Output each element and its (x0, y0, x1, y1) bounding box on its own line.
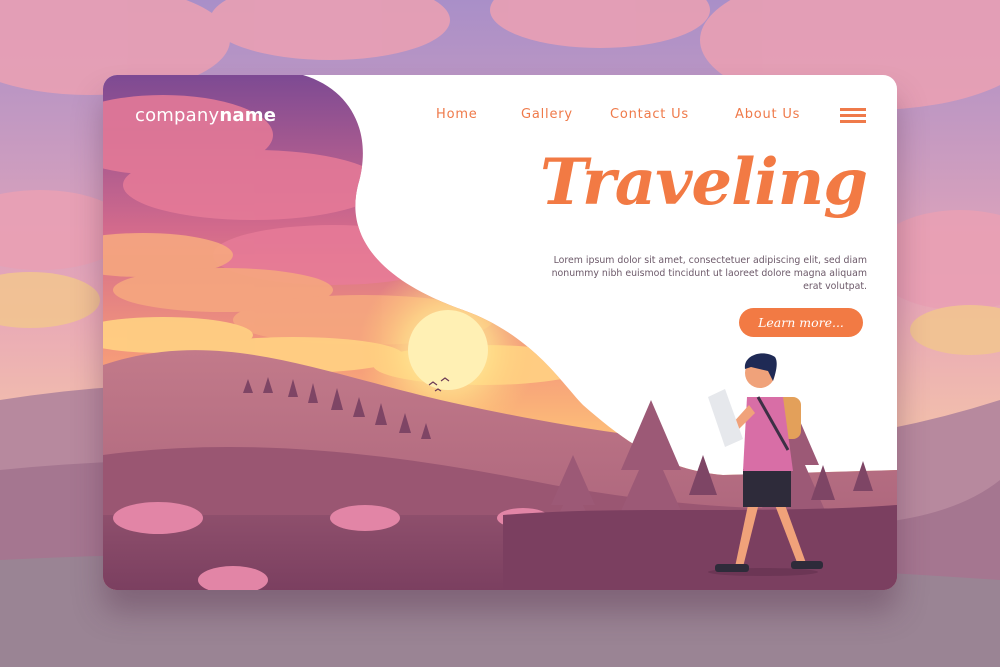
hero-title: Traveling (540, 145, 868, 220)
hero-description: Lorem ipsum dolor sit amet, consectetuer… (551, 255, 867, 292)
landing-card: companyname Home Gallery Contact Us Abou… (103, 75, 897, 590)
hamburger-icon[interactable] (840, 108, 866, 124)
nav-link-gallery[interactable]: Gallery (521, 107, 573, 122)
learn-more-button[interactable]: Learn more... (739, 308, 863, 337)
nav-link-home[interactable]: Home (436, 107, 478, 122)
top-navigation: Home Gallery Contact Us About Us (103, 107, 897, 127)
nav-link-contact-us[interactable]: Contact Us (610, 107, 689, 122)
nav-link-about-us[interactable]: About Us (735, 107, 800, 122)
